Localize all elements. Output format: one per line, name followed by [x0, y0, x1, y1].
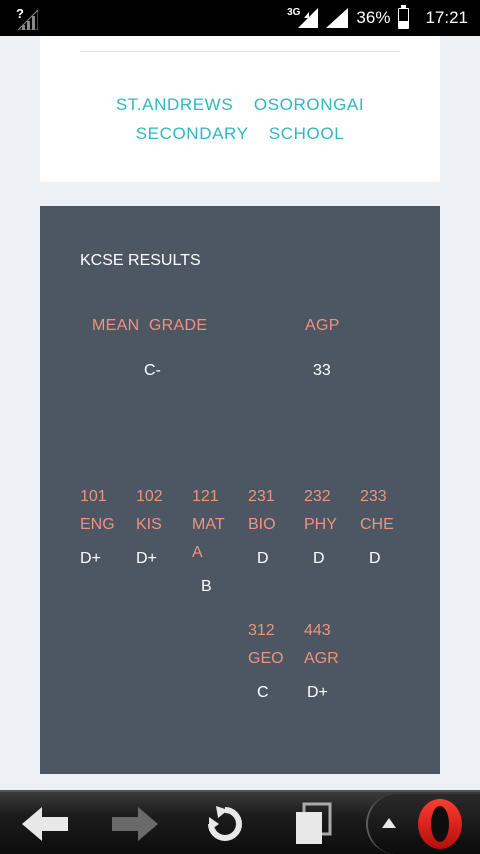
status-right: 3G 36% 17:21 — [287, 0, 468, 36]
subject-grade: D — [257, 550, 269, 567]
subject-code: 443 — [304, 622, 331, 639]
subject-code: 102 — [136, 488, 163, 505]
school-name-line1: ST.ANDREWS OSORONGAI — [115, 95, 365, 114]
subject-cell: 121 MATA B — [192, 483, 242, 601]
menu-up-icon — [382, 818, 396, 828]
network-type-label: 3G — [287, 6, 301, 18]
subject-cell: 231 BIO D — [248, 483, 298, 573]
back-button[interactable] — [22, 802, 68, 846]
subject-grade: D+ — [136, 550, 157, 567]
divider — [80, 51, 400, 52]
wifi-signal-icon — [326, 8, 349, 28]
page: ? 3G 36% 17:21 ST.ANDREWS OSORONGAI SECO… — [0, 0, 480, 854]
subject-cell: 443 AGR D+ — [304, 617, 354, 707]
mean-grade-label: MEAN GRADE — [92, 317, 208, 334]
subject-name: MATA — [192, 516, 225, 561]
results-title: KCSE RESULTS — [80, 252, 201, 269]
svg-text:?: ? — [16, 6, 24, 21]
subject-grade: D+ — [80, 550, 101, 567]
battery-icon — [398, 4, 410, 29]
subject-name: CHE — [360, 516, 394, 533]
status-bar: ? 3G 36% 17:21 — [0, 0, 480, 36]
back-arrow-icon — [22, 807, 68, 841]
subject-code: 312 — [248, 622, 275, 639]
forward-button[interactable] — [112, 802, 158, 846]
subject-grade: D — [369, 550, 381, 567]
subject-code: 232 — [304, 488, 331, 505]
mean-grade-value: C- — [144, 362, 161, 379]
school-name[interactable]: ST.ANDREWS OSORONGAI SECONDARY SCHOOL — [40, 90, 440, 148]
reload-button[interactable] — [202, 802, 248, 846]
subject-cell: 232 PHY D — [304, 483, 354, 573]
battery-fill — [399, 20, 409, 28]
subject-cell: 312 GEO C — [248, 617, 298, 707]
battery-percent: 36% — [356, 8, 391, 27]
browser-toolbar — [0, 790, 480, 854]
subject-cell: 102 KIS D+ — [136, 483, 186, 573]
subject-code: 233 — [360, 488, 387, 505]
subject-cell: 233 CHE D — [360, 483, 410, 573]
tabs-icon — [296, 802, 332, 844]
subject-code: 231 — [248, 488, 275, 505]
clock: 17:21 — [425, 8, 468, 27]
subject-name: PHY — [304, 516, 337, 533]
opera-menu-area[interactable] — [366, 794, 480, 854]
school-name-line2: SECONDARY SCHOOL — [135, 124, 345, 143]
tabs-button[interactable] — [290, 802, 336, 846]
school-card: ST.ANDREWS OSORONGAI SECONDARY SCHOOL — [40, 36, 440, 182]
subject-name: KIS — [136, 516, 162, 533]
subject-code: 101 — [80, 488, 107, 505]
results-panel: KCSE RESULTS MEAN GRADE AGP C- 33 101 EN… — [40, 206, 440, 774]
opera-logo-icon — [418, 799, 462, 849]
forward-arrow-icon — [112, 807, 158, 841]
subject-name: ENG — [80, 516, 115, 533]
subject-grade: D+ — [307, 684, 328, 701]
agp-value: 33 — [313, 362, 331, 379]
reload-icon — [208, 806, 242, 841]
subject-code: 121 — [192, 488, 219, 505]
subject-cell: 101 ENG D+ — [80, 483, 130, 573]
subject-grade: C — [257, 684, 269, 701]
subject-grade: D — [313, 550, 325, 567]
subject-grade: B — [201, 578, 212, 595]
no-signal-icon: ? — [16, 6, 39, 31]
subject-name: GEO — [248, 650, 284, 667]
subject-name: AGR — [304, 650, 339, 667]
subject-name: BIO — [248, 516, 276, 533]
agp-label: AGP — [305, 317, 340, 334]
signal-strength-icon — [298, 8, 319, 28]
